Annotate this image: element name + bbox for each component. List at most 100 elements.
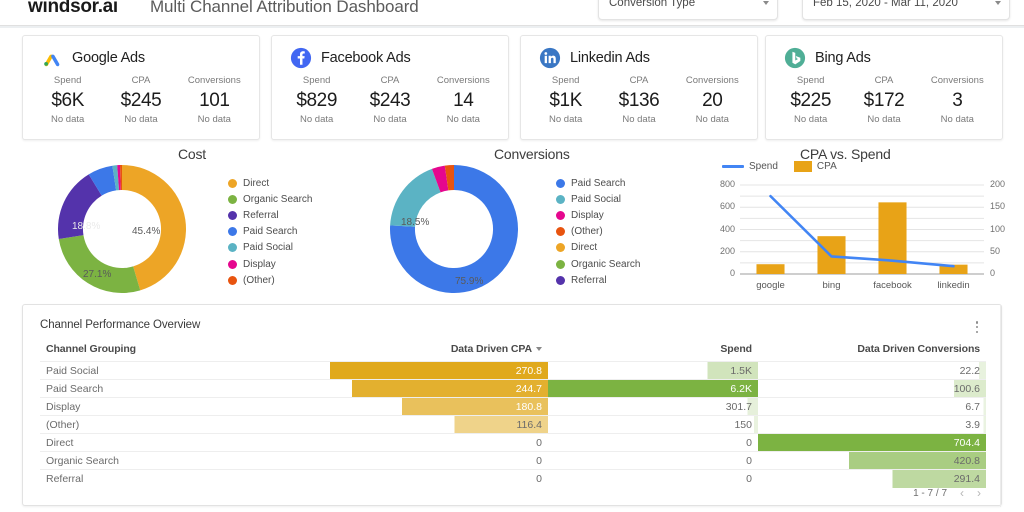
kpi-metric-value: $1K (549, 90, 582, 111)
kebab-dot (975, 325, 979, 329)
charts-row: Cost 45.4% 27.1% 18.8% Direct Organic Searc… (0, 143, 1024, 300)
linkedin-ads-icon (539, 47, 561, 69)
table-row[interactable]: Organic Search 0 0 420.8 (40, 451, 986, 470)
more-vertical-icon[interactable] (970, 319, 984, 335)
kpi-card-facebook-ads[interactable]: Facebook Ads Spend $829 No data CPA $243 No da… (271, 35, 509, 140)
x-axis-tick: google (756, 280, 785, 291)
legend-item[interactable]: (Other) (228, 272, 312, 288)
kpi-channel-name: Linkedin Ads (570, 49, 650, 66)
legend-item[interactable]: Display (228, 256, 312, 272)
kpi-metric-sublabel: No data (446, 114, 480, 125)
kpi-metric-label: Conversions (685, 75, 739, 86)
kpi-channel-name: Bing Ads (815, 49, 871, 66)
legend-label: Direct (243, 177, 270, 189)
left-axis-tick: 800 (719, 179, 735, 189)
column-header-data-driven-conversions[interactable]: Data Driven Conversions (758, 339, 986, 362)
legend-item[interactable]: Paid Search (556, 175, 640, 191)
combo-chart-legend: Spend CPA (722, 161, 837, 172)
kpi-metric-value: 14 (453, 90, 474, 111)
cost-donut-chart: 45.4% 27.1% 18.8% (58, 165, 186, 293)
table-row[interactable]: Display 180.8 301.7 6.7 (40, 397, 986, 416)
legend-label: Display (571, 209, 604, 221)
legend-label: Organic Search (571, 258, 641, 270)
kpi-metric-sublabel: No data (549, 114, 583, 125)
legend-item[interactable]: Paid Search (228, 224, 312, 240)
chevron-right-icon[interactable]: › (977, 487, 981, 499)
kpi-metric-value: $829 (296, 90, 337, 111)
conversion-type-dropdown[interactable]: Conversion Type (598, 0, 778, 20)
kpi-card-header: Google Ads (23, 36, 259, 70)
combo-bar[interactable] (878, 202, 907, 274)
table-row[interactable]: Paid Social 270.8 1.5K 22.2 (40, 361, 986, 380)
legend-item[interactable]: Organic Search (556, 256, 640, 272)
legend-label: Paid Social (243, 242, 294, 254)
legend-label-spend: Spend (749, 161, 778, 172)
left-axis-tick: 200 (719, 245, 735, 256)
chevron-left-icon[interactable]: ‹ (960, 487, 964, 499)
kpi-card-header: Linkedin Ads (521, 36, 757, 70)
kpi-metric-sublabel: No data (197, 114, 231, 125)
legend-item[interactable]: Referral (556, 272, 640, 288)
kpi-metric-spend: Spend $6K No data (31, 74, 104, 127)
x-axis-tick: bing (822, 280, 841, 291)
cpa-spend-combo-chart: Spend CPA 0 200 400 600 800 0 50 100 150 200 googl… (712, 161, 1012, 296)
chevron-down-icon (995, 1, 1001, 5)
cell-channel-grouping: Referral (40, 469, 330, 488)
kpi-metric-row: Spend $829 No data CPA $243 No data Conversion… (272, 70, 508, 127)
table-row[interactable]: Paid Search 244.7 6.2K 100.6 (40, 379, 986, 398)
legend-color-swatch (228, 227, 237, 237)
cell-data-driven-cpa: 0 (330, 469, 548, 488)
kpi-metric-sublabel: No data (794, 114, 828, 125)
legend-label: Direct (571, 242, 598, 254)
legend-item[interactable]: Display (556, 207, 640, 223)
legend-color-swatch (228, 243, 237, 253)
table-pagination: 1 - 7 / 7 ‹ › (913, 487, 981, 499)
kpi-card-google-ads[interactable]: Google Ads Spend $6K No data CPA $245 No data C… (22, 35, 260, 140)
kpi-metric-label: Conversions (436, 75, 490, 86)
legend-item[interactable]: Referral (228, 207, 312, 223)
donut-slice[interactable] (58, 235, 141, 293)
kpi-metric-spend: Spend $1K No data (529, 74, 602, 127)
kpi-metric-value: $245 (120, 90, 162, 111)
combo-bar[interactable] (756, 264, 785, 274)
kpi-metric-label: Spend (53, 75, 82, 86)
right-axis-tick: 100 (990, 223, 1006, 234)
brand-logo: windsor.ai (28, 0, 118, 17)
table-title: Channel Performance Overview (40, 319, 201, 331)
table-row[interactable]: Referral 0 0 291.4 (40, 469, 986, 488)
table-row[interactable]: (Other) 116.4 150 3.9 (40, 415, 986, 434)
legend-item[interactable]: Direct (228, 175, 312, 191)
cell-spend: 1.5K (548, 361, 758, 380)
column-header-spend[interactable]: Spend (548, 339, 758, 362)
legend-item[interactable]: Organic Search (228, 191, 312, 207)
kpi-card-bing-ads[interactable]: Bing Ads Spend $225 No data CPA $172 No data Co… (765, 35, 1003, 140)
legend-color-swatch (556, 210, 565, 220)
donut-slice-label: 27.1% (83, 269, 112, 280)
cell-data-driven-cpa: 244.7 (330, 379, 548, 398)
column-header-channel-grouping[interactable]: Channel Grouping (40, 339, 330, 362)
kpi-card-linkedin-ads[interactable]: Linkedin Ads Spend $1K No data CPA $136 No dat… (520, 35, 758, 140)
cell-data-driven-conversions: 6.7 (758, 397, 986, 416)
legend-color-swatch (228, 194, 237, 204)
legend-label: (Other) (243, 274, 275, 286)
column-header-data-driven-cpa[interactable]: Data Driven CPA (330, 339, 548, 362)
cell-spend: 0 (548, 451, 758, 470)
legend-label: Display (243, 258, 276, 270)
cell-data-driven-cpa: 180.8 (330, 397, 548, 416)
kpi-metric-row: Spend $1K No data CPA $136 No data Conversions… (521, 70, 757, 127)
legend-item[interactable]: Paid Social (228, 240, 312, 256)
combo-line[interactable] (769, 194, 955, 268)
legend-color-swatch (556, 259, 565, 269)
legend-item[interactable]: (Other) (556, 224, 640, 240)
legend-item[interactable]: Direct (556, 240, 640, 256)
date-range-picker[interactable]: Feb 15, 2020 - Mar 11, 2020 (802, 0, 1010, 20)
legend-color-swatch (556, 194, 565, 204)
legend-label: Paid Search (243, 226, 298, 238)
table-row[interactable]: Direct 0 0 704.4 (40, 433, 986, 452)
legend-item[interactable]: Paid Social (556, 191, 640, 207)
kpi-metric-value: $136 (618, 90, 660, 111)
kpi-metric-label: CPA (874, 75, 894, 86)
kpi-metric-label: CPA (131, 75, 151, 86)
kpi-metric-sublabel: No data (622, 114, 656, 125)
cpa-spend-chart-title: CPA vs. Spend (800, 146, 891, 162)
